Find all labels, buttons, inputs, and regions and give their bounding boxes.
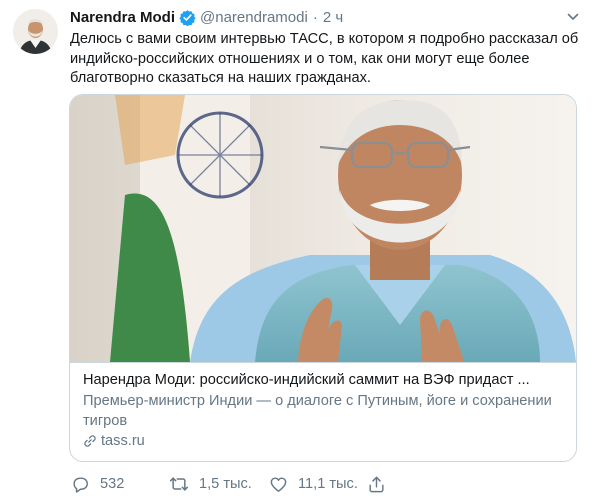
author-handle[interactable]: @narendramodi — [200, 9, 308, 26]
card-domain-text: tass.ru — [101, 433, 145, 449]
reply-count: 532 — [100, 476, 125, 492]
chevron-down-icon[interactable] — [566, 10, 580, 24]
tweet[interactable]: Narendra Modi @narendramodi · 2 ч Делюсь… — [0, 0, 593, 502]
tweet-header: Narendra Modi @narendramodi · 2 ч — [70, 7, 343, 27]
reply-button[interactable]: 532 — [70, 473, 124, 495]
retweet-button[interactable]: 1,5 тыс. — [169, 473, 252, 495]
tweet-text: Делюсь с вами своим интервью ТАСС, в кот… — [70, 31, 579, 86]
avatar[interactable] — [13, 9, 58, 54]
header-separator: · — [312, 8, 318, 26]
retweet-count: 1,5 тыс. — [199, 476, 252, 492]
avatar-image — [13, 9, 58, 54]
card-title: Нарендра Моди: российско-индийский самми… — [83, 372, 530, 388]
reply-icon — [70, 474, 90, 494]
link-card[interactable]: Нарендра Моди: российско-индийский самми… — [69, 94, 577, 462]
card-domain: tass.ru — [83, 433, 145, 449]
link-icon — [84, 435, 96, 447]
card-image — [70, 95, 576, 362]
tweet-timestamp[interactable]: 2 ч — [323, 9, 343, 26]
card-body: Нарендра Моди: российско-индийский самми… — [70, 362, 576, 461]
author-name[interactable]: Narendra Modi — [70, 9, 175, 26]
card-description: Премьер-министр Индии — о диалоге с Пути… — [83, 393, 552, 429]
like-button[interactable]: 11,1 тыс. — [268, 473, 358, 495]
verified-badge-icon — [179, 9, 196, 26]
like-count: 11,1 тыс. — [298, 476, 358, 492]
share-icon — [366, 474, 386, 494]
share-button[interactable] — [366, 473, 386, 495]
action-bar: 532 1,5 тыс. 11,1 тыс. — [70, 473, 585, 495]
like-icon — [268, 474, 288, 494]
retweet-icon — [169, 474, 189, 494]
